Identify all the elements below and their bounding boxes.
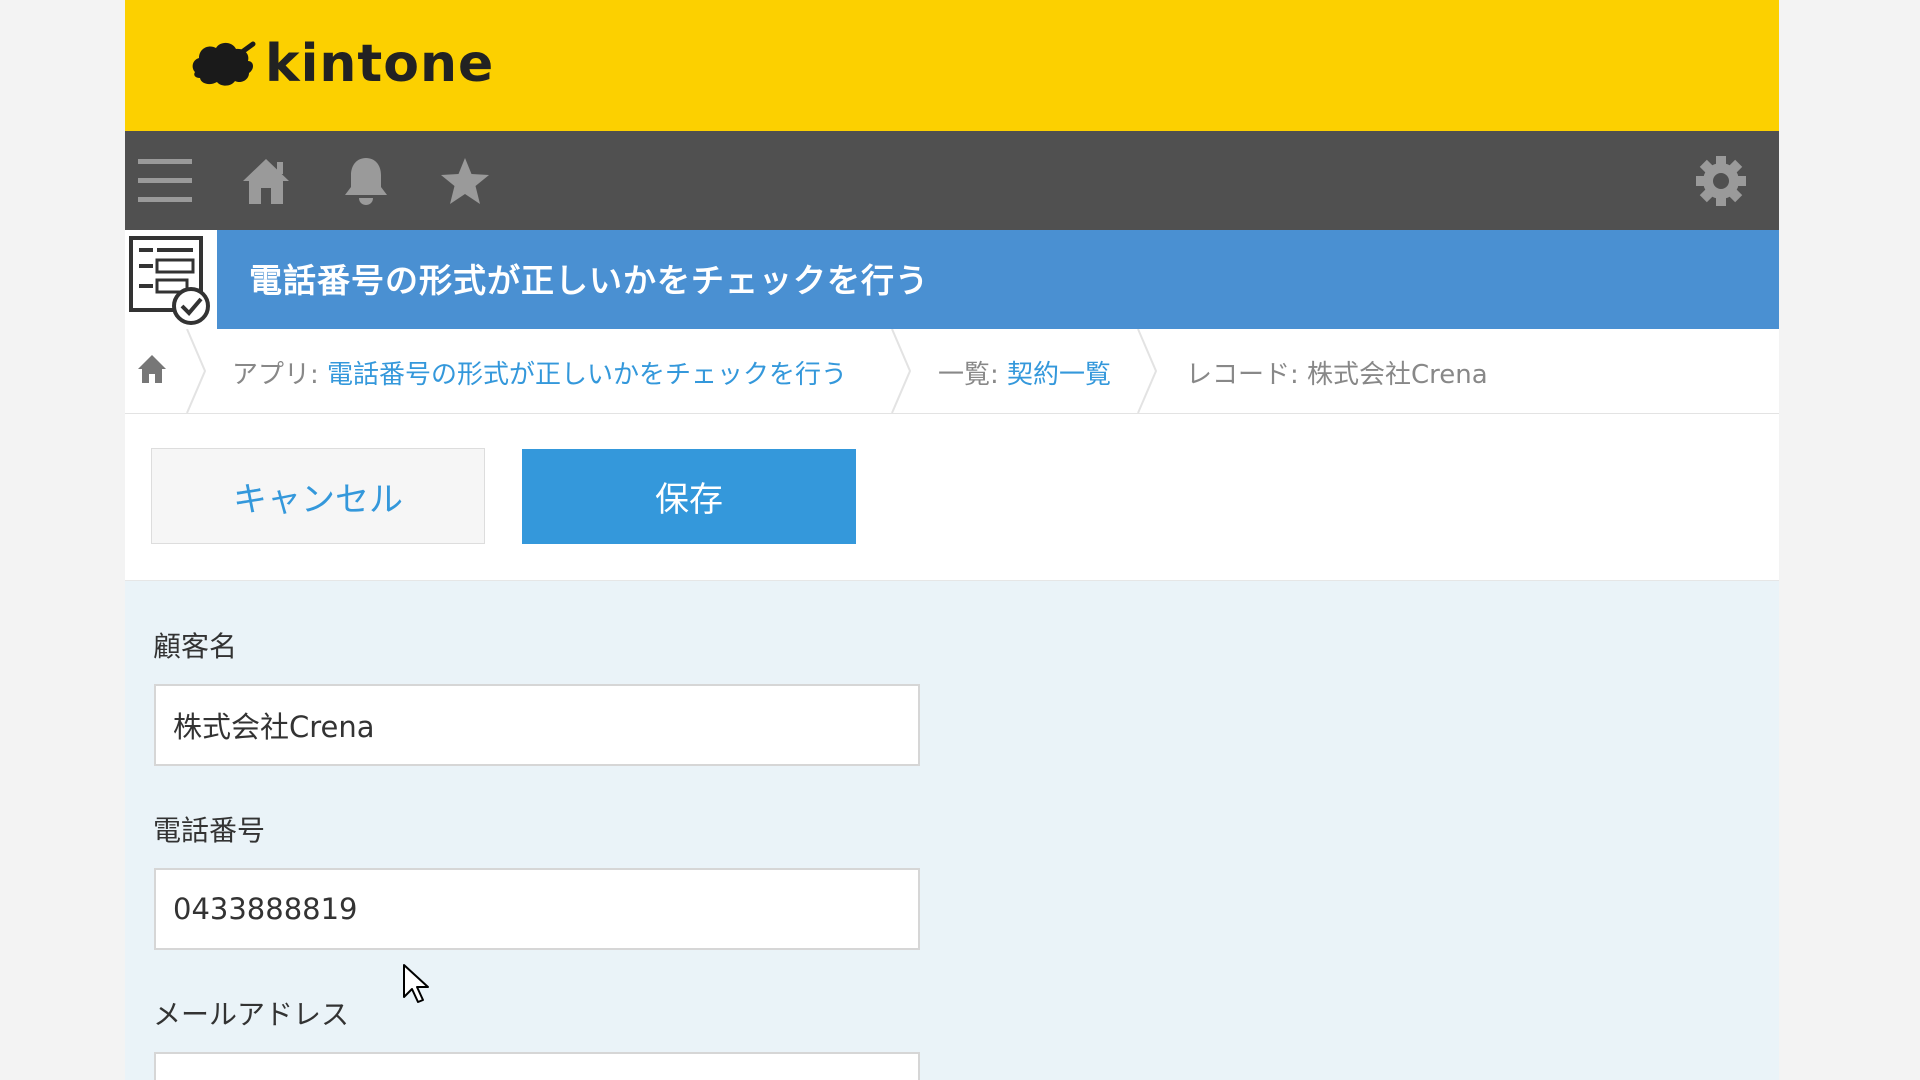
breadcrumb-record-prefix: レコード: bbox=[1186, 360, 1308, 390]
breadcrumb: アプリ: 電話番号の形式が正しいかをチェックを行う 一覧: 契約一覧 レコード:… bbox=[125, 329, 1779, 414]
email-field[interactable] bbox=[154, 1052, 920, 1080]
cloud-logo-icon bbox=[192, 41, 256, 86]
global-nav-bar bbox=[125, 131, 1779, 230]
cancel-button[interactable]: キャンセル bbox=[151, 448, 485, 544]
menu-icon[interactable] bbox=[137, 153, 193, 209]
phone-number-field[interactable]: 0433888819 bbox=[154, 868, 920, 950]
logo-bar: kintone bbox=[125, 0, 1779, 131]
kintone-logo[interactable]: kintone bbox=[187, 34, 494, 94]
customer-name-label: 顧客名 bbox=[153, 630, 238, 663]
breadcrumb-separator bbox=[186, 329, 207, 413]
app-header: 電話番号の形式が正しいかをチェックを行う bbox=[125, 230, 1779, 329]
email-label: メールアドレス bbox=[153, 998, 350, 1031]
breadcrumb-view: 一覧: 契約一覧 bbox=[938, 354, 1111, 391]
gear-icon[interactable] bbox=[1693, 153, 1749, 209]
customer-name-field[interactable]: 株式会社Crena bbox=[154, 684, 920, 766]
breadcrumb-app-link[interactable]: 電話番号の形式が正しいかをチェックを行う bbox=[327, 360, 847, 390]
star-icon[interactable] bbox=[437, 153, 493, 209]
bell-icon[interactable] bbox=[338, 153, 394, 209]
breadcrumb-view-prefix: 一覧: bbox=[938, 360, 1008, 390]
record-toolbar: キャンセル 保存 bbox=[125, 414, 1779, 581]
record-form: 顧客名 株式会社Crena 電話番号 0433888819 メールアドレス bbox=[125, 581, 1779, 1080]
logo-text: kintone bbox=[265, 34, 495, 94]
kintone-window: kintone 電話番号の形式が正しいかをチェックを行う アプリ: 電話番号の形… bbox=[125, 0, 1779, 1080]
breadcrumb-record-name: 株式会社Crena bbox=[1307, 360, 1488, 390]
breadcrumb-app-prefix: アプリ: bbox=[232, 360, 328, 390]
breadcrumb-home-icon[interactable] bbox=[137, 353, 169, 385]
breadcrumb-app: アプリ: 電話番号の形式が正しいかをチェックを行う bbox=[232, 354, 847, 391]
breadcrumb-record: レコード: 株式会社Crena bbox=[1186, 354, 1488, 391]
mouse-cursor-icon bbox=[403, 964, 429, 1003]
breadcrumb-separator bbox=[891, 329, 912, 413]
home-icon[interactable] bbox=[238, 153, 294, 209]
app-icon bbox=[125, 230, 217, 329]
app-title: 電話番号の形式が正しいかをチェックを行う bbox=[249, 261, 929, 300]
breadcrumb-view-link[interactable]: 契約一覧 bbox=[1007, 360, 1111, 390]
phone-number-label: 電話番号 bbox=[153, 814, 266, 847]
breadcrumb-separator bbox=[1137, 329, 1158, 413]
save-button[interactable]: 保存 bbox=[522, 449, 856, 544]
